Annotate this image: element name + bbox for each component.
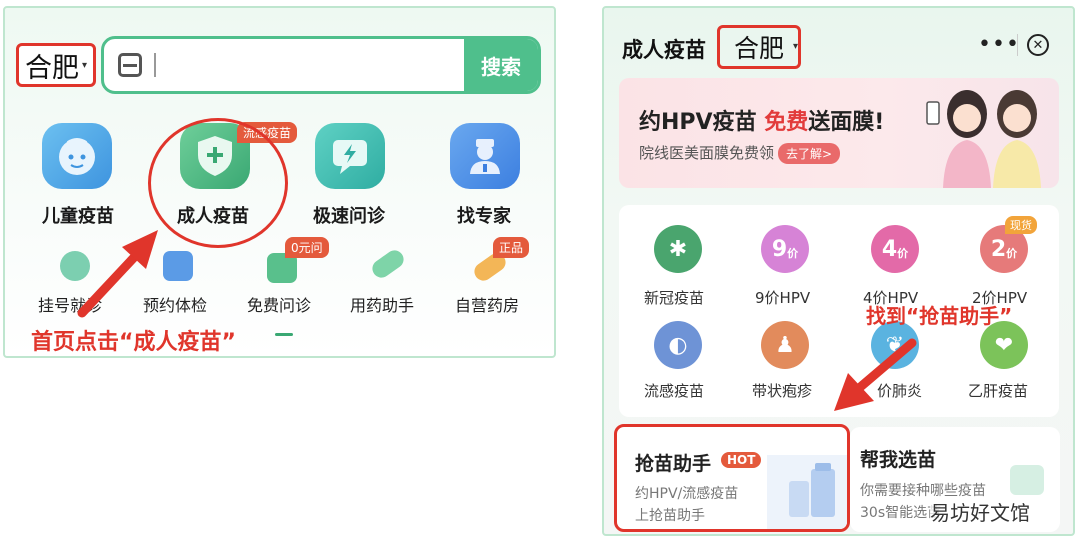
medicine-helper-label: 用药助手 — [350, 296, 415, 315]
city-label: 合肥 — [24, 52, 79, 84]
hpv-9-icon[interactable]: 9价 — [761, 225, 809, 273]
city-selector[interactable]: 合肥 ▾ — [16, 43, 96, 87]
clipboard-chart-icon[interactable] — [163, 251, 193, 281]
hpv-4-unit: 价 — [897, 247, 909, 260]
hpv-promo-banner[interactable]: 约HPV疫苗 免费送面膜! 院线医美面膜免费领 去了解> — [619, 78, 1059, 188]
flu-vaccine-label[interactable]: 流感疫苗 — [644, 380, 704, 401]
hepb-glyph: ❤ — [994, 332, 1014, 358]
in-stock-tag: 现货 — [1005, 216, 1037, 234]
banner-title-part: 送面膜! — [808, 110, 885, 135]
page-indicator — [275, 333, 293, 336]
vaccine-pick-icon — [1010, 465, 1044, 495]
page-title: 成人疫苗 — [622, 38, 706, 62]
hpv-9-unit: 价 — [787, 247, 799, 260]
lightning-chat-icon — [333, 140, 367, 174]
city-selector[interactable]: 合肥 — [717, 25, 801, 69]
more-icon[interactable]: ••• — [978, 32, 1020, 57]
hot-badge: HOT — [721, 452, 762, 468]
find-expert-label: 找专家 — [457, 206, 511, 227]
city-label: 合肥 — [733, 34, 784, 63]
banner-title-part: 约HPV疫苗 — [639, 110, 765, 135]
highlight-circle — [148, 118, 288, 248]
quick-consult-label: 极速问诊 — [313, 206, 385, 227]
banner-title-highlight: 免费 — [764, 110, 809, 135]
quick-consult-item[interactable] — [315, 123, 385, 189]
grab-vaccine-card[interactable]: 抢苗助手 HOT 约HPV/流感疫苗 上抢苗助手 — [614, 424, 850, 532]
pill-icon[interactable] — [368, 246, 408, 282]
help-pick-desc-2: 30s智能选苗 — [860, 505, 942, 521]
red-arrow-annotation — [77, 230, 158, 318]
grab-vaccine-desc-2: 上抢苗助手 — [635, 508, 705, 524]
chevron-down-icon: ▾ — [81, 59, 88, 71]
shingles-label[interactable]: 带状疱疹 — [752, 380, 812, 401]
hepb-label[interactable]: 乙肝疫苗 — [968, 380, 1028, 401]
close-icon[interactable]: ✕ — [1027, 34, 1049, 56]
step2-caption: 找到“抢苗助手” — [866, 304, 1013, 328]
banner-title: 约HPV疫苗 免费送面膜! — [639, 104, 884, 136]
covid-vaccine-icon[interactable]: ✱ — [654, 225, 702, 273]
free-consult-label: 免费问诊 — [247, 296, 312, 315]
hpv-2-unit: 价 — [1006, 247, 1018, 260]
hpv-4-icon[interactable]: 4价 — [871, 225, 919, 273]
search-bar[interactable]: 搜索 — [101, 36, 541, 94]
pharmacy-label: 自营药房 — [455, 296, 520, 315]
hpv-9-label[interactable]: 9价HPV — [755, 287, 810, 308]
banner-subtitle-text: 院线医美面膜免费领 — [639, 144, 775, 162]
step1-caption: 首页点击“成人疫苗” — [31, 330, 236, 355]
capsule-divider — [1017, 34, 1018, 56]
chevron-down-icon: ▾ — [793, 41, 799, 52]
covid-glyph: ✱ — [668, 236, 688, 262]
search-input[interactable] — [154, 53, 156, 77]
vaccine-vials-icon — [767, 455, 847, 529]
covid-vaccine-label[interactable]: 新冠疫苗 — [644, 287, 704, 308]
mask-face-icon[interactable]: ◐ — [654, 321, 702, 369]
hpv-4-glyph: 4 — [881, 236, 898, 262]
find-expert-item[interactable] — [450, 123, 520, 189]
adult-vaccine-screen-panel: 成人疫苗 合肥 ▾ ••• ✕ 约HPV疫苗 免费送面膜! 院线医美面膜免费领去… — [602, 6, 1075, 536]
grab-vaccine-desc-1: 约HPV/流感疫苗 — [635, 486, 739, 502]
scan-icon[interactable] — [118, 53, 142, 77]
learn-more-button[interactable]: 去了解> — [778, 143, 841, 164]
watermark: 易坊好文馆 — [930, 497, 1030, 526]
genuine-tag: 正品 — [493, 237, 530, 258]
free-tag: 0元问 — [285, 237, 329, 258]
help-pick-title: 帮我选苗 — [860, 449, 937, 471]
hpv-9-glyph: 9 — [771, 236, 788, 262]
red-arrow-annotation — [834, 338, 917, 411]
search-button[interactable]: 搜索 — [464, 39, 538, 91]
banner-subtitle: 院线医美面膜免费领 去了解> — [639, 142, 841, 164]
grab-vaccine-title: 抢苗助手 — [635, 453, 712, 475]
hpv-2-glyph: 2 — [990, 236, 1007, 262]
child-vaccine-item[interactable] — [42, 123, 112, 189]
baby-face-icon — [59, 138, 95, 175]
shingles-glyph: ♟ — [775, 332, 795, 358]
doctor-icon — [470, 139, 500, 174]
body-icon[interactable]: ♟ — [761, 321, 809, 369]
two-women-illustration — [926, 90, 1041, 188]
flu-glyph: ◐ — [668, 332, 688, 358]
